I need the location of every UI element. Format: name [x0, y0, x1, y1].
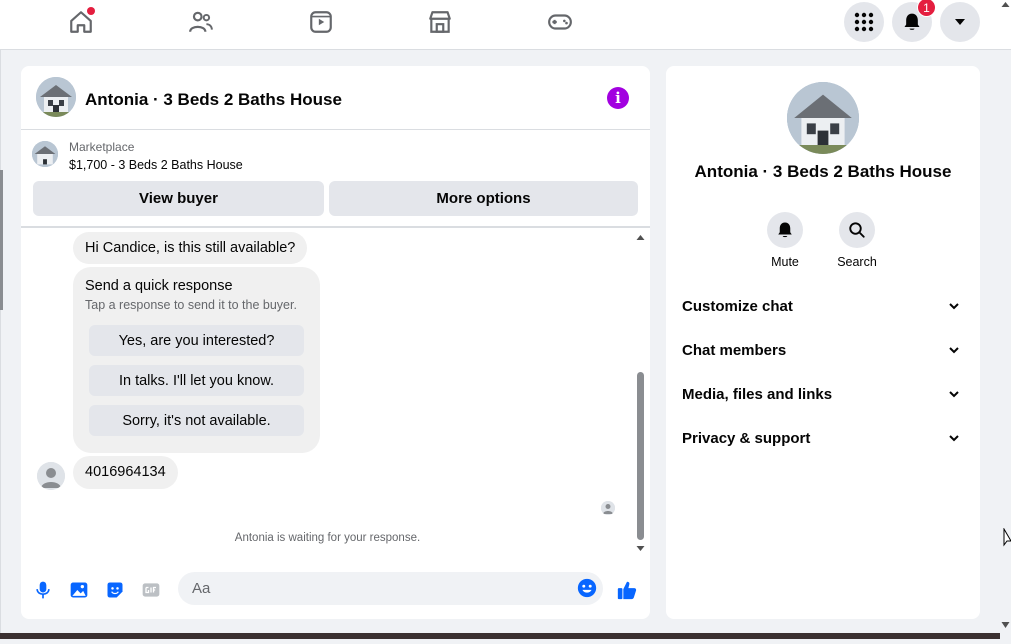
house-photo-icon — [787, 82, 859, 154]
info-icon[interactable]: i — [607, 87, 629, 109]
sticker-icon — [107, 582, 123, 598]
profile-avatar[interactable] — [787, 82, 859, 154]
search-label: Search — [837, 255, 877, 269]
gif-button[interactable] — [140, 579, 162, 601]
more-options-button[interactable]: More options — [329, 181, 638, 216]
section-title: Privacy & support — [682, 430, 811, 447]
watch-nav-button[interactable] — [301, 6, 341, 38]
chat-panel: Antonia · 3 Beds 2 Baths House i Marketp… — [21, 66, 650, 619]
messages-scrollbar[interactable] — [635, 232, 646, 554]
chat-title[interactable]: Antonia · 3 Beds 2 Baths House — [85, 90, 342, 110]
voice-clip-button[interactable] — [32, 579, 54, 601]
privacy-support-section[interactable]: Privacy & support — [682, 428, 964, 452]
left-scroll-thumb[interactable] — [0, 170, 3, 310]
chat-details-panel: Antonia · 3 Beds 2 Baths House Mute Sear… — [666, 66, 980, 619]
house-photo-icon — [32, 141, 58, 167]
header-divider — [21, 226, 650, 228]
chat-header: Antonia · 3 Beds 2 Baths House i — [21, 66, 650, 130]
media-files-links-section[interactable]: Media, files and links — [682, 384, 964, 408]
marketplace-label: Marketplace — [69, 140, 135, 154]
caret-down-icon — [955, 19, 965, 25]
chat-avatar[interactable] — [36, 77, 76, 117]
gaming-nav-button[interactable] — [540, 6, 580, 38]
message-composer — [178, 572, 603, 605]
sticker-button[interactable] — [104, 579, 126, 601]
thumbs-up-icon — [617, 581, 637, 600]
listing-title[interactable]: $1,700 - 3 Beds 2 Baths House — [69, 158, 243, 172]
default-user-icon — [37, 462, 65, 490]
waiting-status: Antonia is waiting for your response. — [234, 532, 421, 544]
chevron-down-icon — [949, 435, 959, 442]
default-user-icon — [601, 501, 615, 515]
search-action[interactable]: Search — [827, 212, 887, 269]
view-buyer-button[interactable]: View buyer — [33, 181, 324, 216]
scroll-up-arrow[interactable] — [636, 235, 645, 240]
emoji-button[interactable] — [576, 577, 598, 604]
marketplace-icon — [429, 11, 451, 33]
mute-button[interactable] — [767, 212, 803, 248]
scroll-thumb[interactable] — [637, 372, 644, 540]
profile-name: Antonia · 3 Beds 2 Baths House — [694, 162, 952, 181]
message-text: Hi Candice, is this still available? — [85, 240, 296, 256]
marketplace-nav-button[interactable] — [420, 6, 460, 38]
page-scroll-down-arrow[interactable] — [1001, 622, 1010, 628]
section-title: Customize chat — [682, 298, 793, 315]
quick-response-talks[interactable]: In talks. I'll let you know. — [89, 365, 304, 396]
message-text: 4016964134 — [85, 464, 166, 480]
chevron-down-icon — [949, 303, 959, 310]
section-title: Chat members — [682, 342, 787, 359]
quick-response-subtitle: Tap a response to send it to the buyer. — [85, 298, 297, 312]
chevron-down-icon — [949, 347, 959, 354]
gif-icon — [142, 583, 160, 597]
gaming-icon — [548, 14, 572, 30]
image-icon — [70, 582, 88, 598]
friends-nav-button[interactable] — [181, 6, 221, 38]
search-button[interactable] — [839, 212, 875, 248]
page-scroll-up-arrow[interactable] — [1001, 2, 1010, 7]
watch-icon — [310, 11, 332, 33]
notifications-button[interactable]: 1 — [892, 0, 936, 42]
bell-icon — [778, 222, 792, 238]
message-bubble[interactable]: Hi Candice, is this still available? — [73, 232, 308, 264]
message-bubble[interactable]: 4016964134 — [73, 456, 178, 489]
home-nav-button[interactable] — [61, 6, 101, 38]
emoji-icon — [577, 578, 597, 598]
account-button[interactable] — [940, 2, 980, 42]
mute-label: Mute — [771, 255, 799, 269]
quick-response-yes[interactable]: Yes, are you interested? — [89, 325, 304, 356]
buyer-avatar[interactable] — [37, 462, 65, 490]
notifications-badge: 1 — [917, 0, 936, 17]
bottom-edge — [0, 633, 1000, 639]
mute-action[interactable]: Mute — [755, 212, 815, 269]
mouse-cursor-icon — [1003, 528, 1011, 547]
scroll-down-arrow[interactable] — [636, 546, 645, 551]
seen-receipt-avatar — [601, 501, 615, 515]
section-title: Media, files and links — [682, 386, 833, 403]
attach-photo-button[interactable] — [68, 579, 90, 601]
friends-icon — [189, 11, 213, 33]
house-photo-icon — [36, 77, 76, 117]
search-icon — [849, 222, 865, 238]
quick-response-unavailable[interactable]: Sorry, it's not available. — [89, 405, 304, 436]
bell-icon — [904, 13, 920, 30]
send-like-button[interactable] — [616, 579, 638, 601]
listing-thumbnail[interactable] — [32, 141, 58, 167]
customize-chat-section[interactable]: Customize chat — [682, 296, 964, 320]
menu-button[interactable] — [844, 2, 884, 42]
message-input[interactable] — [190, 579, 574, 598]
quick-response-title: Send a quick response — [85, 278, 233, 294]
chat-members-section[interactable]: Chat members — [682, 340, 964, 364]
quick-response-card: Send a quick response Tap a response to … — [73, 267, 320, 453]
top-navigation-bar: 1 — [0, 0, 1011, 50]
home-notification-dot — [87, 7, 95, 15]
chevron-down-icon — [949, 391, 959, 398]
microphone-icon — [36, 581, 50, 599]
left-edge-border — [0, 50, 1, 639]
grid-menu-icon — [854, 12, 874, 32]
